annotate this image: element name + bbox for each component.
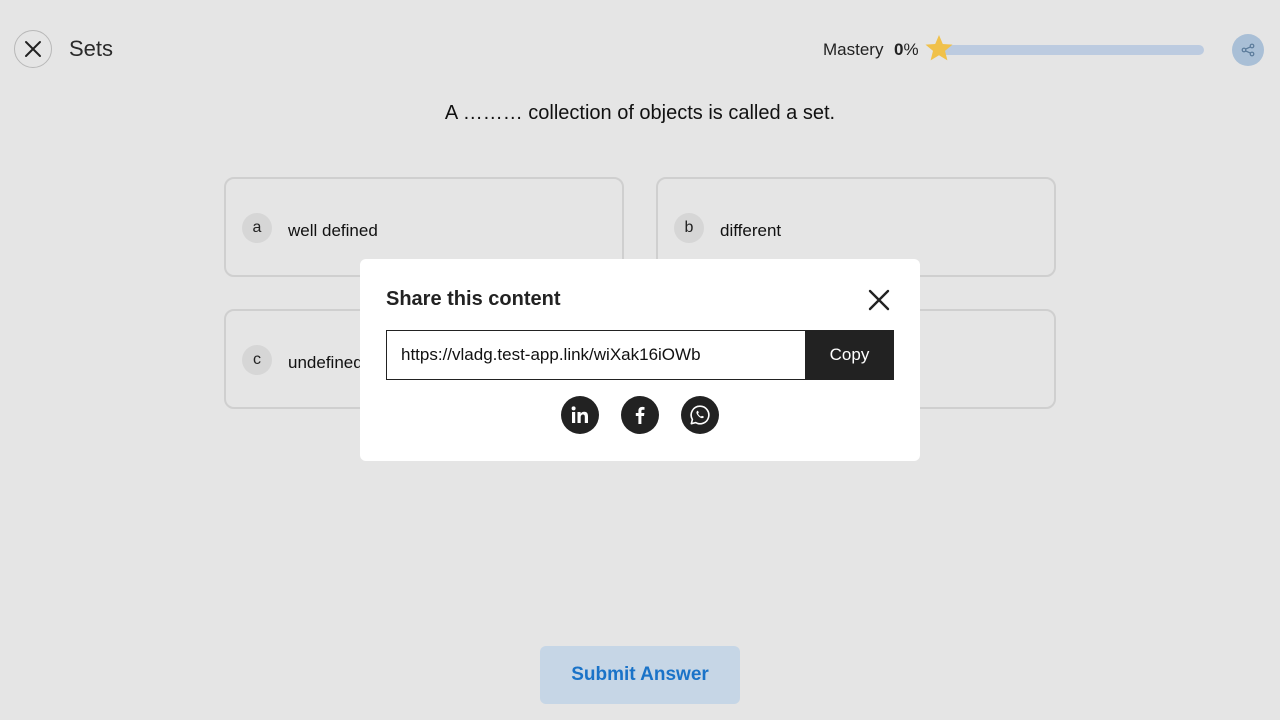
page-title: Sets [69, 36, 114, 61]
option-text: undefined [288, 353, 363, 372]
linkedin-icon [571, 406, 588, 423]
exit-button[interactable] [14, 30, 52, 68]
share-button[interactable] [1232, 34, 1264, 66]
star-icon [925, 35, 953, 61]
facebook-icon [635, 406, 645, 424]
facebook-share-button[interactable] [621, 396, 659, 434]
mastery-label: Mastery [823, 40, 884, 59]
option-text: well defined [288, 221, 378, 240]
whatsapp-share-button[interactable] [681, 396, 719, 434]
share-modal: Share this content Copy [360, 259, 920, 461]
copy-button[interactable]: Copy [805, 330, 894, 380]
linkedin-share-button[interactable] [561, 396, 599, 434]
mastery-percent: 0% [894, 40, 919, 59]
option-letter: a [242, 213, 272, 243]
share-url-field[interactable] [386, 330, 805, 380]
whatsapp-icon [690, 405, 710, 425]
submit-answer-button[interactable]: Submit Answer [540, 646, 740, 704]
close-icon [25, 41, 41, 57]
close-icon[interactable] [866, 287, 892, 313]
modal-title: Share this content [386, 288, 561, 310]
question-text: A ……… collection of objects is called a … [444, 102, 836, 124]
option-letter: b [674, 213, 704, 243]
option-text: different [720, 221, 782, 240]
option-letter: c [242, 345, 272, 375]
share-icon [1241, 43, 1255, 57]
mastery-progress-bar [934, 45, 1204, 55]
